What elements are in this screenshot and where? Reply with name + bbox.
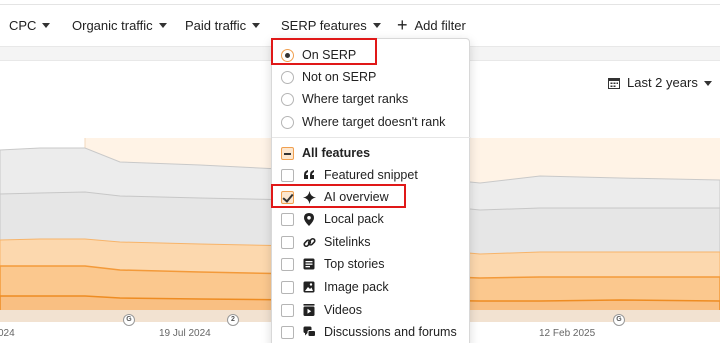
paid-traffic-filter-button[interactable]: Paid traffic bbox=[185, 11, 261, 39]
checkbox[interactable] bbox=[281, 303, 294, 317]
option-label: All features bbox=[302, 146, 371, 160]
checkbox[interactable] bbox=[281, 325, 294, 339]
option-label: Discussions and forums bbox=[324, 325, 457, 339]
option-all-features[interactable]: All features bbox=[272, 142, 471, 164]
sparkle-icon bbox=[302, 190, 316, 204]
organic-traffic-filter-button[interactable]: Organic traffic bbox=[72, 11, 167, 39]
add-filter-button[interactable]: + Add filter bbox=[397, 11, 466, 39]
option-label: Not on SERP bbox=[302, 70, 377, 84]
serp-features-filter-button[interactable]: SERP features bbox=[281, 11, 381, 39]
option-local-pack[interactable]: Local pack bbox=[272, 208, 471, 230]
checkbox[interactable] bbox=[281, 212, 294, 226]
option-label: Top stories bbox=[324, 257, 385, 271]
chevron-down-icon bbox=[372, 23, 381, 28]
option-ai-overview[interactable]: AI overview bbox=[272, 186, 471, 208]
annotation-count-marker[interactable]: 2 bbox=[227, 314, 239, 326]
radio-unselected[interactable] bbox=[281, 115, 294, 129]
chat-icon bbox=[302, 325, 316, 339]
google-update-marker[interactable]: G bbox=[613, 314, 625, 326]
option-sitelinks[interactable]: Sitelinks bbox=[272, 231, 471, 253]
option-videos[interactable]: Videos bbox=[272, 299, 471, 321]
checkbox[interactable] bbox=[281, 257, 294, 271]
checkbox[interactable] bbox=[281, 235, 294, 249]
option-label: Videos bbox=[324, 303, 362, 317]
cpc-filter-button[interactable]: CPC bbox=[9, 11, 51, 39]
quote-icon bbox=[302, 168, 316, 182]
option-label: AI overview bbox=[324, 190, 389, 204]
date-range-selector[interactable]: Last 2 years bbox=[608, 75, 712, 90]
checkbox-partial[interactable] bbox=[281, 146, 294, 160]
chevron-down-icon bbox=[703, 80, 712, 86]
x-axis-label: 12 Feb 2025 bbox=[539, 328, 596, 339]
x-axis-label: 024 bbox=[0, 328, 15, 339]
x-axis-label: 19 Jul 2024 bbox=[159, 328, 211, 339]
option-on-serp[interactable]: On SERP bbox=[272, 44, 471, 66]
option-label: Image pack bbox=[324, 280, 389, 294]
option-where-target-ranks[interactable]: Where target ranks bbox=[272, 88, 471, 110]
chevron-down-icon bbox=[252, 23, 261, 28]
checkbox-checked[interactable] bbox=[281, 190, 294, 204]
calendar-icon bbox=[608, 77, 620, 89]
serp-features-dropdown: On SERP Not on SERP Where target ranks W… bbox=[271, 38, 471, 343]
date-range-label: Last 2 years bbox=[627, 75, 698, 90]
option-label: Featured snippet bbox=[324, 168, 418, 182]
video-icon bbox=[302, 303, 316, 317]
option-discussions-and-forums[interactable]: Discussions and forums bbox=[272, 321, 471, 343]
plus-icon: + bbox=[397, 15, 408, 35]
google-update-marker[interactable]: G bbox=[123, 314, 135, 326]
link-icon bbox=[302, 235, 316, 249]
option-not-on-serp[interactable]: Not on SERP bbox=[272, 66, 471, 88]
checkbox[interactable] bbox=[281, 280, 294, 294]
radio-selected[interactable] bbox=[281, 48, 294, 62]
dropdown-divider bbox=[272, 137, 471, 138]
option-label: On SERP bbox=[302, 48, 357, 62]
serp-features-filter-label: SERP features bbox=[281, 17, 367, 33]
option-label: Local pack bbox=[324, 212, 384, 226]
checkbox[interactable] bbox=[281, 168, 294, 182]
cpc-filter-label: CPC bbox=[9, 17, 37, 33]
chevron-down-icon bbox=[158, 23, 167, 28]
map-pin-icon bbox=[302, 212, 316, 226]
option-top-stories[interactable]: Top stories bbox=[272, 253, 471, 275]
option-label: Where target ranks bbox=[302, 92, 409, 106]
radio-unselected[interactable] bbox=[281, 70, 294, 84]
newspaper-icon bbox=[302, 257, 316, 271]
option-label: Sitelinks bbox=[324, 235, 371, 249]
top-border bbox=[0, 0, 720, 5]
add-filter-label: Add filter bbox=[414, 17, 466, 33]
option-where-target-doesnt-rank[interactable]: Where target doesn't rank bbox=[272, 111, 471, 133]
filter-bar: CPC Organic traffic Paid traffic SERP fe… bbox=[0, 8, 720, 42]
paid-traffic-filter-label: Paid traffic bbox=[185, 17, 247, 33]
radio-unselected[interactable] bbox=[281, 92, 294, 106]
chevron-down-icon bbox=[42, 23, 51, 28]
option-image-pack[interactable]: Image pack bbox=[272, 276, 471, 298]
option-featured-snippet[interactable]: Featured snippet bbox=[272, 164, 471, 186]
image-icon bbox=[302, 280, 316, 294]
option-label: Where target doesn't rank bbox=[302, 115, 446, 129]
organic-traffic-filter-label: Organic traffic bbox=[72, 17, 153, 33]
